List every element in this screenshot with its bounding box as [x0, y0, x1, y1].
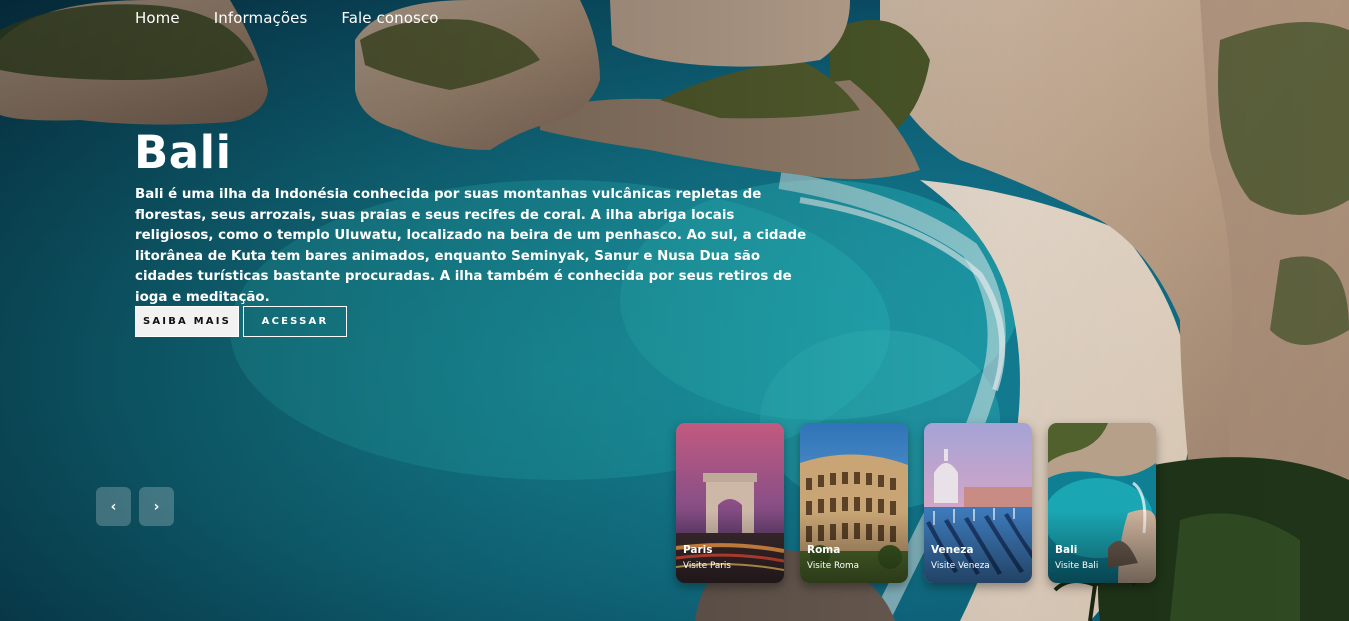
slider-prev-button[interactable]: ‹ [96, 487, 131, 526]
slider-next-button[interactable]: › [139, 487, 174, 526]
saiba-mais-button[interactable]: SAIBA MAIS [135, 306, 239, 337]
chevron-right-icon: › [153, 498, 160, 515]
nav-fale-conosco-link[interactable]: Fale conosco [341, 9, 438, 27]
card-subtitle: Visite Paris [683, 561, 731, 571]
card-paris[interactable]: Paris Visite Paris [676, 423, 784, 583]
chevron-left-icon: ‹ [110, 498, 117, 515]
card-subtitle: Visite Bali [1055, 561, 1099, 571]
card-title: Veneza [931, 544, 974, 556]
nav-home-link[interactable]: Home [135, 9, 180, 27]
hero-description: Bali é uma ilha da Indonésia conhecida p… [135, 187, 807, 305]
acessar-button[interactable]: ACESSAR [243, 306, 347, 337]
card-veneza[interactable]: Veneza Visite Veneza [924, 423, 1032, 583]
card-subtitle: Visite Roma [807, 561, 860, 571]
hero-title: Bali [134, 126, 232, 179]
card-subtitle: Visite Veneza [931, 561, 990, 571]
card-title: Paris [683, 544, 713, 556]
card-title: Roma [807, 544, 841, 556]
destination-cards: Paris Visite Paris Roma Visite Roma Vene… [676, 423, 1156, 583]
main-nav: Home Informações Fale conosco [135, 9, 439, 27]
card-bali[interactable]: Bali Visite Bali [1048, 423, 1156, 583]
nav-informacoes-link[interactable]: Informações [214, 9, 308, 27]
card-title: Bali [1055, 544, 1078, 556]
card-roma[interactable]: Roma Visite Roma [800, 423, 908, 583]
